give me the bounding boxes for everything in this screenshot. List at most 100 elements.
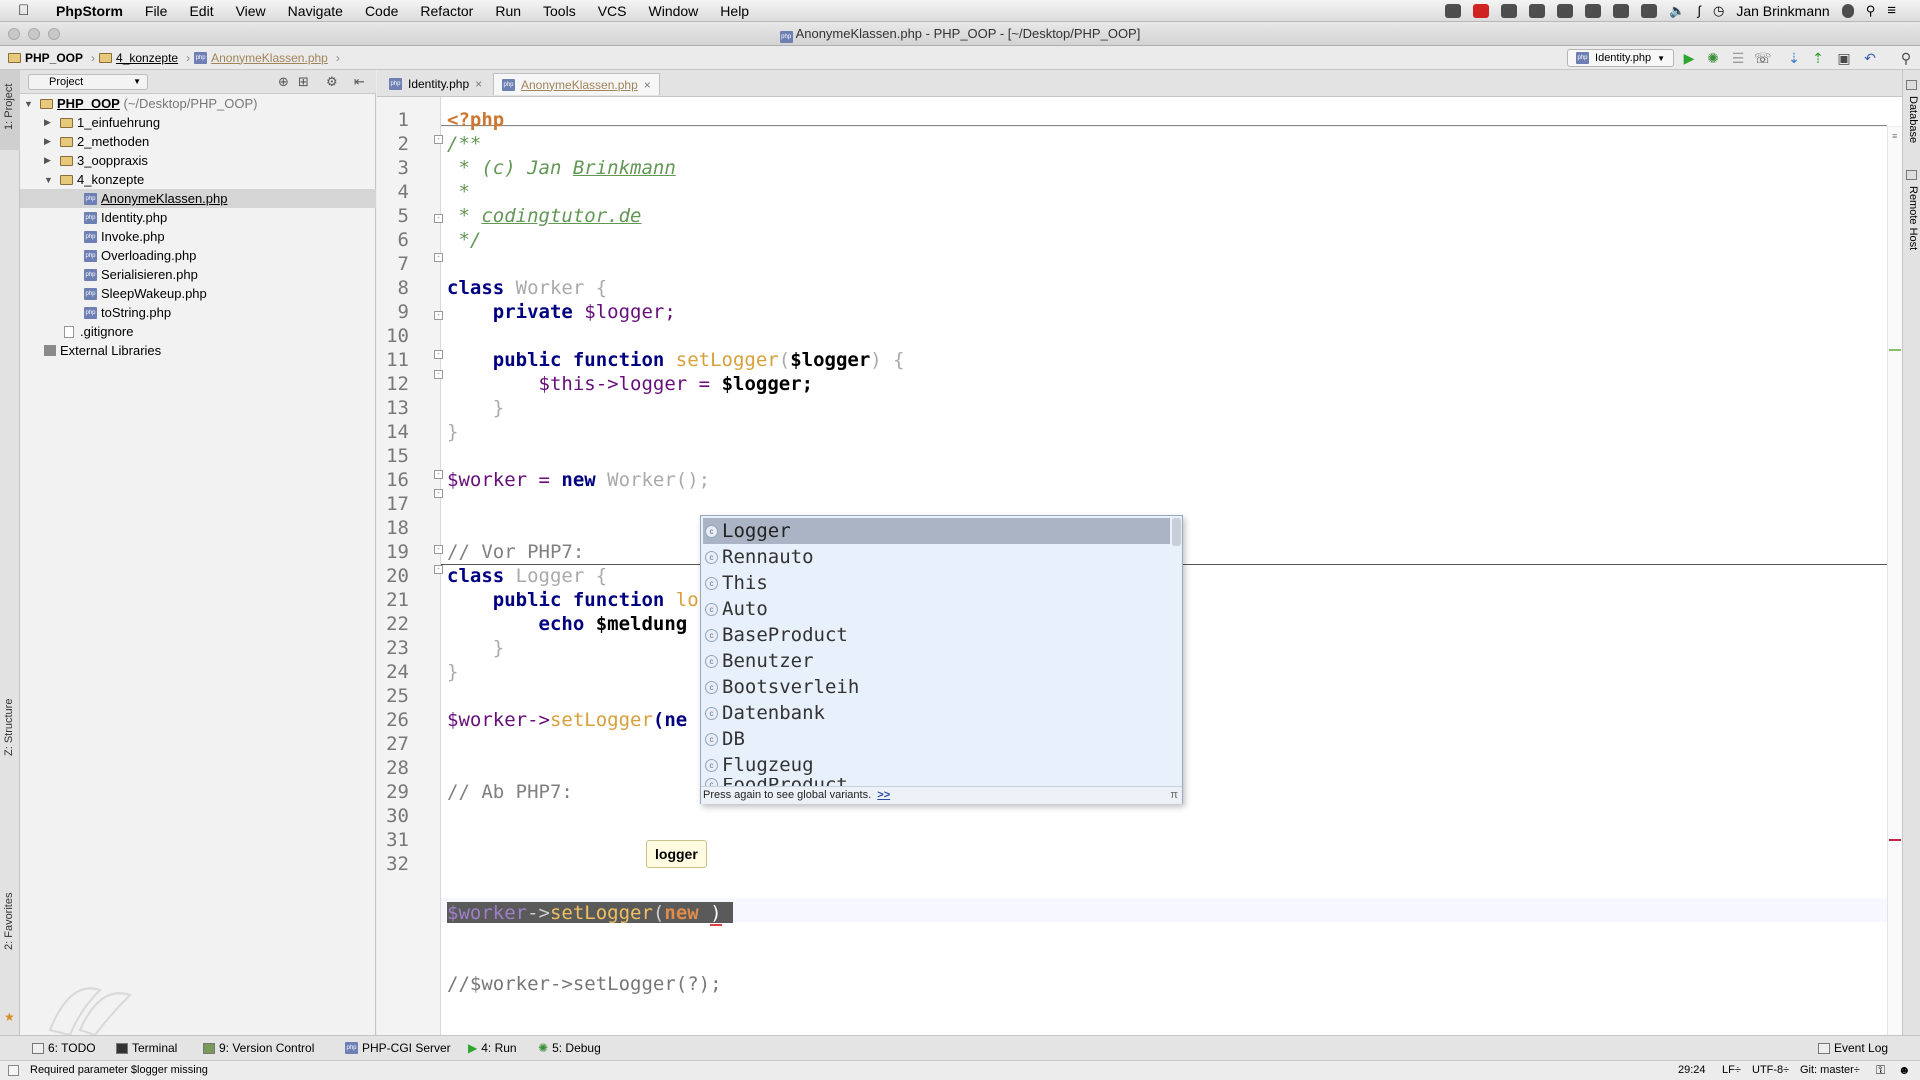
popup-scrollbar[interactable] (1172, 518, 1181, 546)
tray-icon[interactable] (1641, 3, 1658, 18)
tray-icon[interactable] (1529, 3, 1546, 18)
user-name[interactable]: Jan Brinkmann (1736, 3, 1829, 19)
tray-icon[interactable] (1501, 3, 1518, 18)
inspection-icon[interactable]: ≡ (1892, 131, 1897, 141)
project-stripe-button[interactable]: 1: Project (0, 70, 20, 150)
tree-item-file[interactable]: php Overloading.php (20, 246, 376, 265)
menu-run[interactable]: Run (495, 3, 521, 19)
fold-marker-icon[interactable]: - (434, 489, 443, 498)
expand-arrow-icon[interactable]: ▶ (44, 117, 54, 128)
collapse-all-icon[interactable]: ⊞ (298, 74, 309, 90)
completion-item[interactable]: c BaseProduct (703, 622, 1170, 648)
line-separator[interactable]: LF÷ (1722, 1064, 1741, 1076)
tray-icon[interactable] (1473, 3, 1490, 18)
run-icon[interactable]: ▶ (1681, 50, 1697, 66)
tree-item-root[interactable]: ▼ PHP_OOP (~/Desktop/PHP_OOP) (20, 94, 376, 113)
completion-item[interactable]: c Benutzer (703, 648, 1170, 674)
event-log-tab[interactable]: Event Log (1818, 1041, 1888, 1055)
menu-edit[interactable]: Edit (189, 3, 213, 19)
tree-item-file[interactable]: php SleepWakeup.php (20, 284, 376, 303)
close-icon[interactable]: × (475, 77, 482, 91)
tree-item-file[interactable]: php Invoke.php (20, 227, 376, 246)
fold-marker-icon[interactable]: - (434, 253, 443, 262)
remote-host-stripe-button[interactable]: Remote Host (1907, 186, 1919, 250)
remote-host-icon[interactable] (1906, 170, 1917, 180)
volume-icon[interactable]: 🔈 (1669, 3, 1685, 19)
tab-anonyme-klassen[interactable]: php AnonymeKlassen.php × (493, 73, 660, 95)
fold-marker-icon[interactable]: - (434, 545, 443, 554)
version-control-tab[interactable]: 9: Version Control (203, 1041, 314, 1055)
completion-item[interactable]: c DB (703, 726, 1170, 752)
dropbox-icon[interactable] (1613, 3, 1630, 18)
completion-item[interactable]: c Auto (703, 596, 1170, 622)
revert-icon[interactable]: ↶ (1862, 50, 1878, 66)
completion-item[interactable]: c Logger (703, 518, 1170, 544)
tree-item-file-selected[interactable]: php AnonymeKlassen.php (20, 189, 376, 208)
vcs-history-icon[interactable]: ▣ (1836, 50, 1852, 66)
inspector-icon[interactable]: ☻ (1898, 1063, 1911, 1077)
menu-code[interactable]: Code (365, 3, 398, 19)
tool-windows-toggle-icon[interactable] (8, 1065, 19, 1076)
bluetooth-icon[interactable]: ∫ (1697, 3, 1701, 18)
gear-icon[interactable]: ⚙ (326, 74, 338, 90)
menu-file[interactable]: File (145, 3, 168, 19)
tree-item-file[interactable]: php toString.php (20, 303, 376, 322)
tray-icon[interactable] (1557, 3, 1574, 18)
menu-view[interactable]: View (236, 3, 266, 19)
fold-marker-icon[interactable]: - (434, 135, 443, 144)
apple-icon[interactable]:  (18, 2, 40, 19)
git-branch[interactable]: Git: master÷ (1800, 1064, 1860, 1076)
php-cgi-server-tab[interactable]: php PHP-CGI Server (345, 1041, 451, 1055)
tree-item-external-libraries[interactable]: External Libraries (20, 341, 376, 360)
lock-icon[interactable]: ⚿ (1876, 1063, 1885, 1078)
coverage-icon[interactable]: ☰ (1730, 50, 1746, 66)
database-stripe-button[interactable]: Database (1907, 96, 1919, 143)
fold-marker-icon[interactable]: - (434, 565, 443, 574)
completion-item[interactable]: c Rennauto (703, 544, 1170, 570)
notification-center-icon[interactable]: ≡ (1887, 2, 1896, 19)
favorites-stripe-button[interactable]: 2: Favorites (3, 893, 15, 950)
tray-icon[interactable] (1445, 3, 1462, 18)
menu-tools[interactable]: Tools (543, 3, 576, 19)
time-machine-icon[interactable]: ◷ (1713, 3, 1724, 19)
menu-window[interactable]: Window (649, 3, 699, 19)
completion-item[interactable]: c Flugzeug (703, 752, 1170, 778)
caret-position[interactable]: 29:24 (1678, 1064, 1706, 1076)
user-icon[interactable] (1841, 3, 1854, 18)
breadcrumb-file[interactable]: AnonymeKlassen.php (211, 51, 328, 65)
vcs-commit-icon[interactable]: ⇡ (1810, 50, 1826, 66)
debug-tab[interactable]: ✺ 5: Debug (538, 1041, 601, 1055)
hide-panel-icon[interactable]: ⇤ (354, 74, 365, 90)
search-everywhere-icon[interactable]: ⚲ (1898, 50, 1914, 66)
listen-debug-icon[interactable]: ☏ (1754, 50, 1772, 66)
menu-app-name[interactable]: PhpStorm (56, 3, 123, 19)
database-icon[interactable] (1906, 80, 1917, 90)
breadcrumb-project[interactable]: PHP_OOP (25, 51, 83, 65)
completion-item[interactable]: c Bootsverleih (703, 674, 1170, 700)
completion-item[interactable]: c FoodProduct (703, 778, 1170, 786)
menu-help[interactable]: Help (720, 3, 749, 19)
vcs-update-icon[interactable]: ⇣ (1786, 50, 1802, 66)
todo-tab[interactable]: 6: TODO (32, 1041, 96, 1055)
menu-vcs[interactable]: VCS (598, 3, 627, 19)
terminal-tab[interactable]: Terminal (116, 1041, 177, 1055)
breadcrumb-folder[interactable]: 4_konzepte (116, 51, 178, 65)
tab-identity[interactable]: php Identity.php × (381, 73, 490, 95)
structure-stripe-button[interactable]: Z: Structure (3, 699, 15, 756)
fold-marker-icon[interactable]: - (434, 214, 443, 223)
fold-marker-icon[interactable]: - (434, 470, 443, 479)
expand-arrow-icon[interactable]: ▼ (24, 99, 34, 109)
change-marker[interactable] (1889, 349, 1901, 351)
tree-item-folder[interactable]: ▶ 2_methoden (20, 132, 376, 151)
completion-item[interactable]: c This (703, 570, 1170, 596)
error-marker[interactable] (1889, 839, 1901, 841)
tree-item-file[interactable]: php Identity.php (20, 208, 376, 227)
global-variants-link[interactable]: >> (877, 789, 890, 801)
close-icon[interactable]: × (644, 78, 651, 92)
fold-marker-icon[interactable]: - (434, 350, 443, 359)
tray-icon[interactable] (1585, 3, 1602, 18)
tree-item-file[interactable]: php Serialisieren.php (20, 265, 376, 284)
spotlight-icon[interactable]: ⚲ (1866, 3, 1876, 19)
menu-refactor[interactable]: Refactor (420, 3, 473, 19)
expand-arrow-icon[interactable]: ▶ (44, 136, 54, 147)
